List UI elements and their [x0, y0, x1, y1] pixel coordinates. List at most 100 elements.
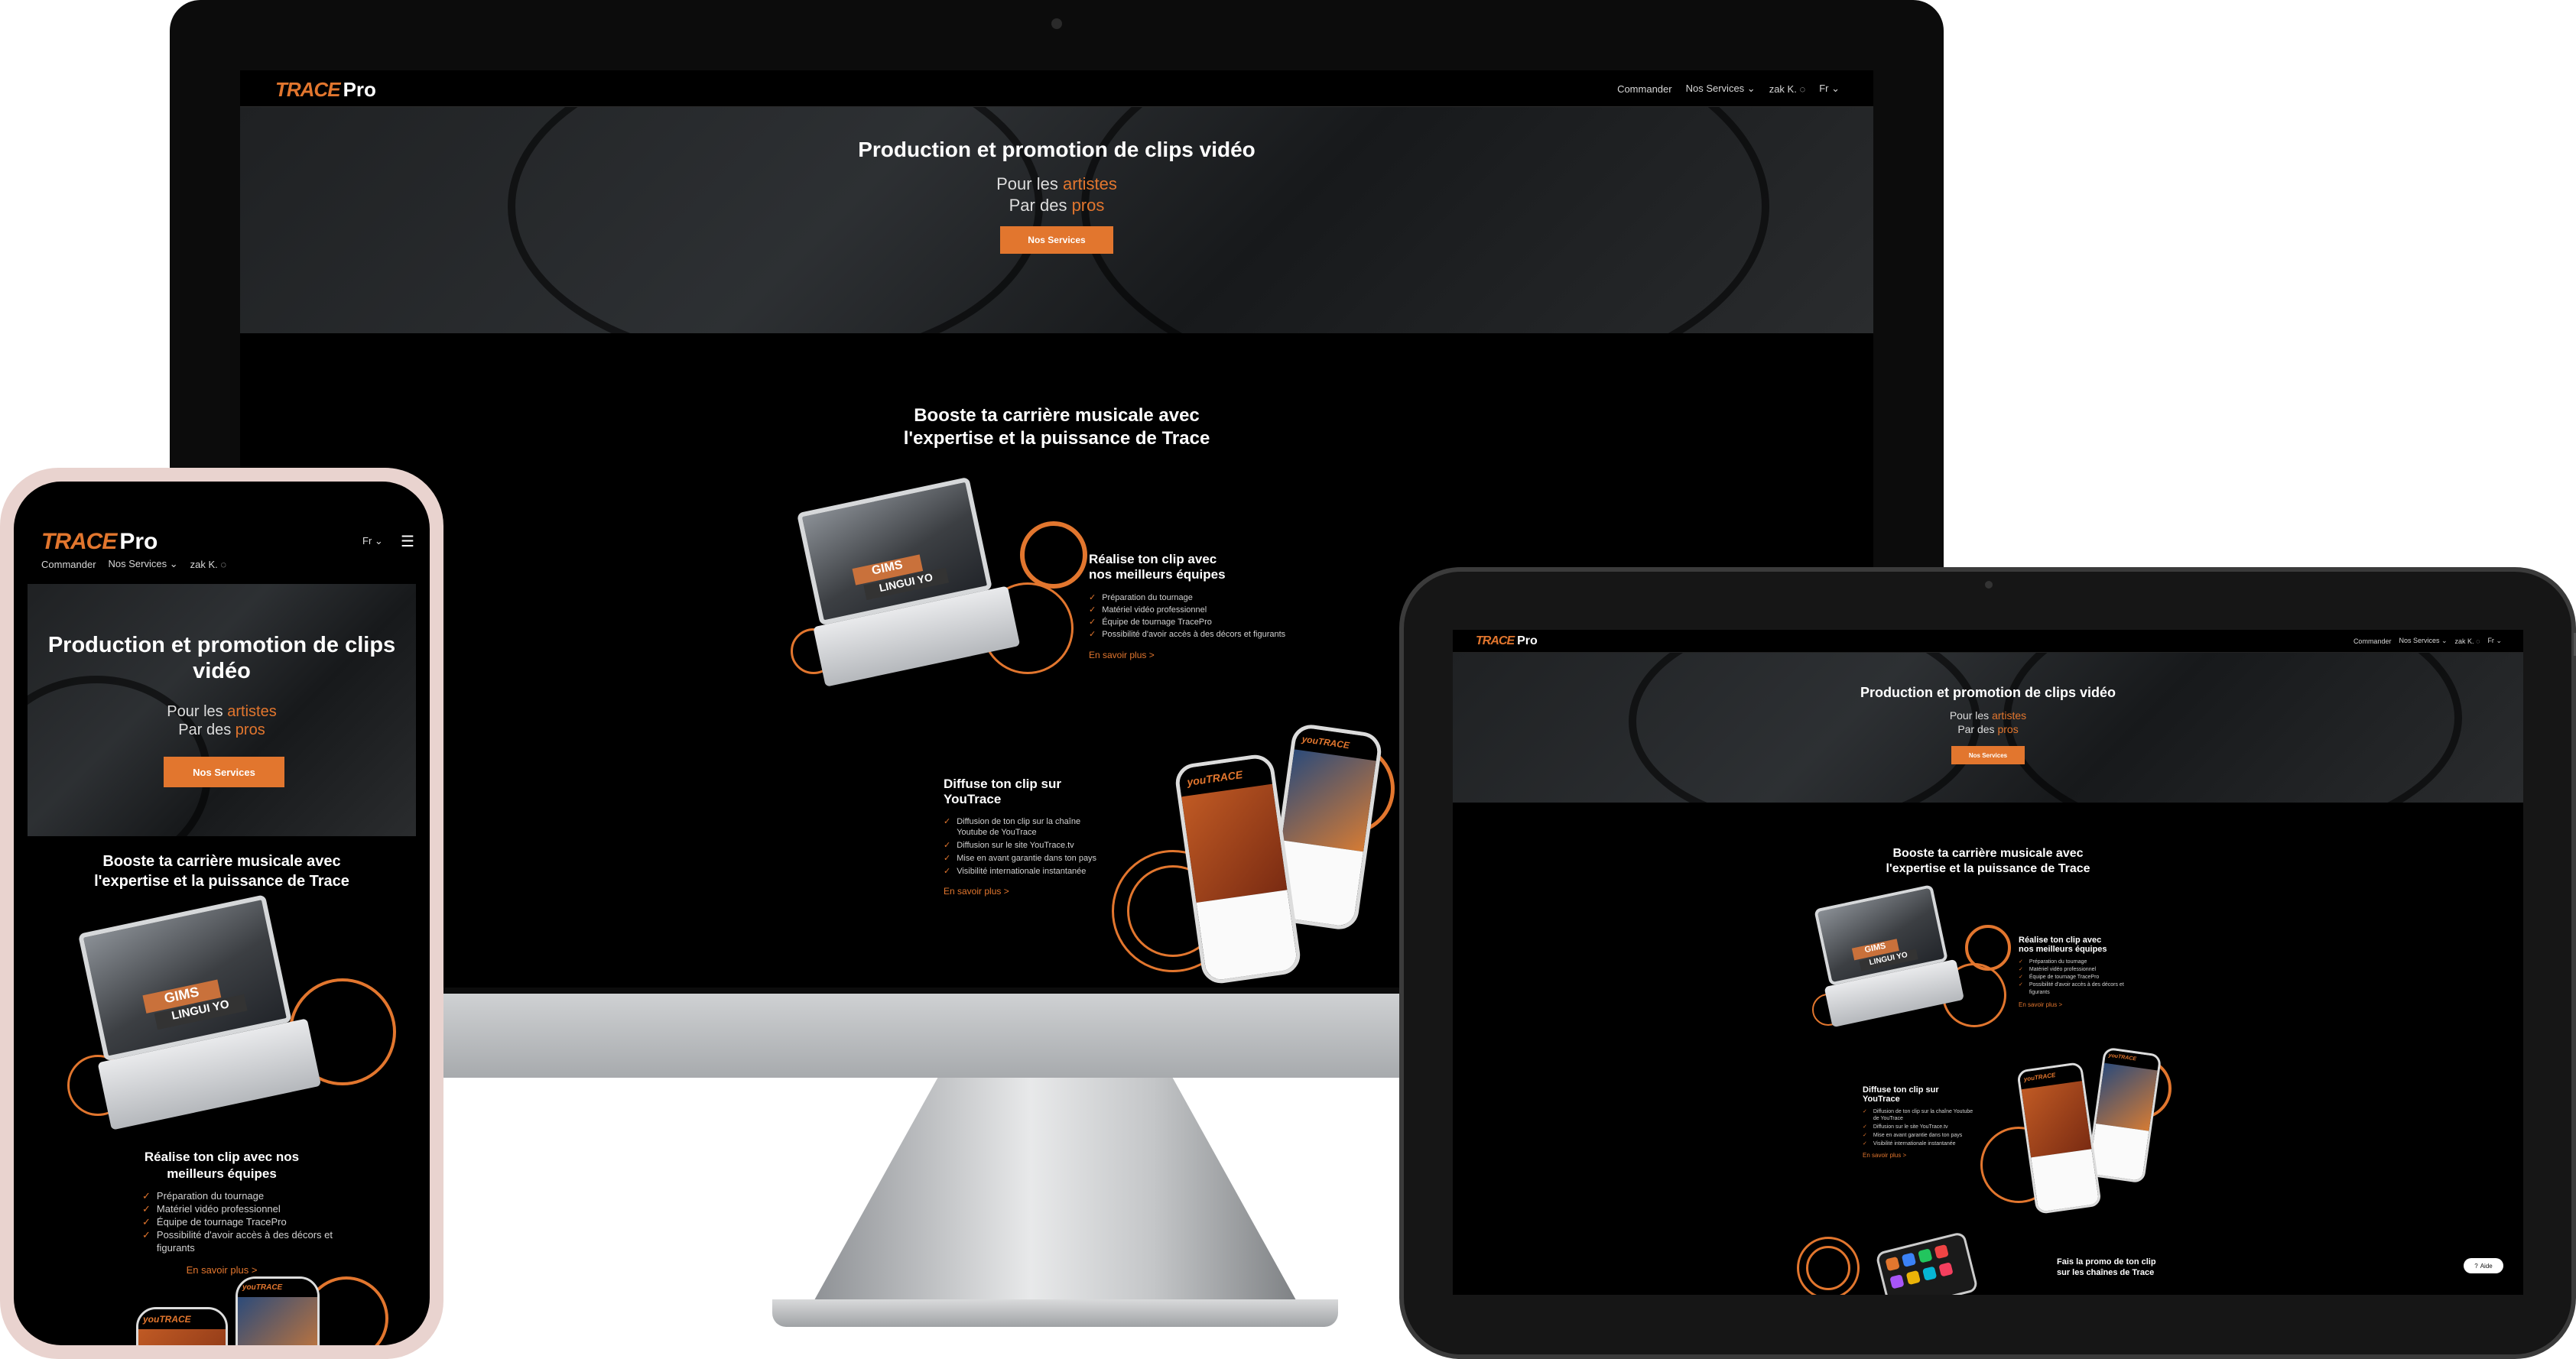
hero-line1-prefix: Pour les [167, 703, 228, 720]
nav-lang-label: Fr [1819, 83, 1829, 94]
nav-services[interactable]: Nos Services ⌄ [109, 558, 178, 570]
hero-line2-accent: pros [1997, 723, 2019, 735]
check-icon: ✓ [142, 1190, 151, 1202]
help-button[interactable]: ? Aide [2464, 1258, 2503, 1273]
chevron-down-icon: ⌄ [2496, 637, 2502, 644]
check-icon: ✓ [1089, 605, 1096, 615]
list-item: ✓ Équipe de tournage TracePro [2019, 974, 2141, 981]
feature1-item: Équipe de tournage TracePro [2029, 975, 2100, 980]
nav-user[interactable]: zak K. ◌ [2455, 637, 2480, 645]
tablet-hero: Production et promotion de clips vidéo P… [1453, 653, 2523, 803]
nav-commander[interactable]: Commander [41, 559, 96, 570]
feature1-item: Matériel vidéo professionnel [1102, 605, 1207, 615]
laptop-illustration: GIMS LINGUI YO [70, 888, 339, 1145]
chevron-down-icon: ⌄ [169, 558, 178, 569]
list-item: ✓ Diffusion sur le site YouTrace.tv [1863, 1124, 1977, 1130]
hero-line1-prefix: Pour les [996, 174, 1063, 193]
mobile-lang[interactable]: Fr ⌄ [362, 535, 383, 547]
monitor-foot [772, 1299, 1338, 1327]
tablet-hero-line1: Pour les artistes [1453, 709, 2523, 722]
nav-lang[interactable]: Fr ⌄ [1819, 83, 1840, 95]
hamburger-icon[interactable]: ☰ [401, 532, 414, 551]
list-item: ✓ Visibilité internationale instantanée [944, 866, 1112, 877]
feature1-item: Préparation du tournage [1102, 593, 1193, 602]
feature2-item: Mise en avant garantie dans ton pays [1873, 1133, 1963, 1138]
nav-links: Commander Nos Services ⌄ zak K. ◌ Fr ⌄ [1617, 83, 1840, 95]
feature1-item: Préparation du tournage [2029, 959, 2087, 965]
feature2-item: Mise en avant garantie dans ton pays [957, 854, 1097, 863]
mobile-feature2-art: youTRACE youTRACE [136, 1269, 411, 1345]
feature1-item: Équipe de tournage TracePro [1102, 618, 1212, 627]
nav-user[interactable]: zak K. ◌ [190, 559, 226, 570]
list-item: ✓ Possibilité d'avoir accès à des décors … [142, 1228, 341, 1254]
tablet-hero-cta[interactable]: Nos Services [1951, 746, 2025, 764]
tablet-hero-line2: Par des pros [1453, 723, 2523, 735]
check-icon: ✓ [2019, 959, 2023, 965]
nav-services[interactable]: Nos Services ⌄ [1686, 83, 1756, 95]
logo-pro: Pro [343, 78, 376, 101]
feature2-title-line1: Diffuse ton clip sur [1863, 1085, 1939, 1095]
check-icon: ✓ [944, 841, 951, 850]
mobile-feature1-list: ✓ Préparation du tournage ✓ Matériel vidéo… [142, 1189, 341, 1254]
mobile-hero-cta[interactable]: Nos Services [164, 757, 284, 787]
list-item: ✓ Préparation du tournage [2019, 958, 2141, 966]
nav-services[interactable]: Nos Services ⌄ [2399, 637, 2447, 645]
hero-banner: Production et promotion de clips vidéo P… [240, 107, 1873, 333]
feature2-item: Diffusion sur le site YouTrace.tv [957, 841, 1074, 850]
mobile-lang-label: Fr [362, 535, 372, 547]
list-item: ✓ Matériel vidéo professionnel [1089, 604, 1288, 616]
logo-trace: TRACE [41, 529, 117, 554]
feature1-item: Possibilité d'avoir accès à des décors e… [2029, 982, 2124, 995]
tablet-camera [1985, 581, 1993, 589]
hero-line2: Par des pros [240, 196, 1873, 216]
feature2-link[interactable]: En savoir plus > [944, 886, 1112, 897]
help-icon: ? [2474, 1262, 2478, 1270]
mobile-nav-links: Commander Nos Services ⌄ zak K. ◌ [41, 558, 226, 570]
hero-line2-accent: pros [235, 722, 265, 738]
section-title-line2: l'expertise et la puissance de Trace [903, 428, 1210, 449]
tablet-feature3-art [1797, 1231, 2026, 1295]
logo-trace: TRACE [1476, 634, 1515, 647]
nav-commander[interactable]: Commander [2353, 637, 2392, 645]
section-title-line1: Booste ta carrière musicale avec [914, 405, 1200, 426]
mobile-hero-title-line2: vidéo [193, 659, 251, 683]
check-icon: ✓ [944, 854, 951, 863]
nav-user-label: zak K. [2454, 637, 2474, 645]
nav-lang-label: Fr [2487, 637, 2494, 644]
feature1-title-line1: Réalise ton clip avec [2019, 936, 2102, 945]
tablet-screen: TRACE Pro Commander Nos Services ⌄ zak K… [1453, 630, 2523, 1295]
check-icon: ✓ [142, 1203, 151, 1215]
nav-lang[interactable]: Fr ⌄ [2487, 637, 2502, 645]
tablet-feature1-art: GIMS LINGUI YO [1812, 884, 2011, 1040]
mobile-logo[interactable]: TRACE Pro [41, 529, 158, 555]
feature1-link[interactable]: En savoir plus > [1089, 650, 1288, 660]
feature2-title-line2: YouTrace [1863, 1095, 1900, 1104]
check-icon: ✓ [2019, 975, 2023, 980]
hero-line1-accent: artistes [227, 703, 277, 720]
monitor-stand [810, 1078, 1300, 1307]
mobile-feature1-title-line2: meilleurs équipes [167, 1166, 277, 1181]
tablet-feature1-link[interactable]: En savoir plus > [2019, 1001, 2141, 1008]
list-item: ✓ Mise en avant garantie dans ton pays [1863, 1132, 1977, 1139]
check-icon: ✓ [1863, 1141, 1867, 1147]
tablet-feature1-list: ✓ Préparation du tournage ✓ Matériel vidéo… [2019, 958, 2141, 997]
user-icon: ◌ [2476, 637, 2480, 645]
navbar: TRACE Pro Commander Nos Services ⌄ zak K… [240, 70, 1873, 107]
feature1-list: ✓ Préparation du tournage ✓ Matériel vidéo… [1089, 592, 1288, 641]
tablet-logo[interactable]: TRACE Pro [1476, 634, 1538, 648]
nav-user[interactable]: zak K. ◌ [1769, 83, 1805, 95]
app-grid-phone [1875, 1231, 1979, 1295]
hero-cta-button[interactable]: Nos Services [1000, 226, 1113, 254]
tablet-feature3-title: Fais la promo de ton clip sur les chaîne… [2057, 1257, 2156, 1277]
hero-line2-accent: pros [1071, 196, 1105, 215]
mobile-section-title-line2: l'expertise et la puissance de Trace [94, 873, 349, 890]
list-item: ✓ Diffusion sur le site YouTrace.tv [944, 840, 1112, 851]
feature1-title-line2: nos meilleurs équipes [2019, 945, 2107, 954]
nav-commander[interactable]: Commander [1617, 83, 1672, 95]
check-icon: ✓ [1089, 593, 1096, 602]
brand-logo[interactable]: TRACE Pro [275, 78, 376, 102]
list-item: ✓ Diffusion de ton clip sur la chaîne You… [944, 816, 1112, 838]
tablet-feature2-link[interactable]: En savoir plus > [1863, 1152, 1977, 1159]
check-icon: ✓ [1089, 618, 1096, 627]
hero-line1-accent: artistes [1062, 174, 1117, 193]
